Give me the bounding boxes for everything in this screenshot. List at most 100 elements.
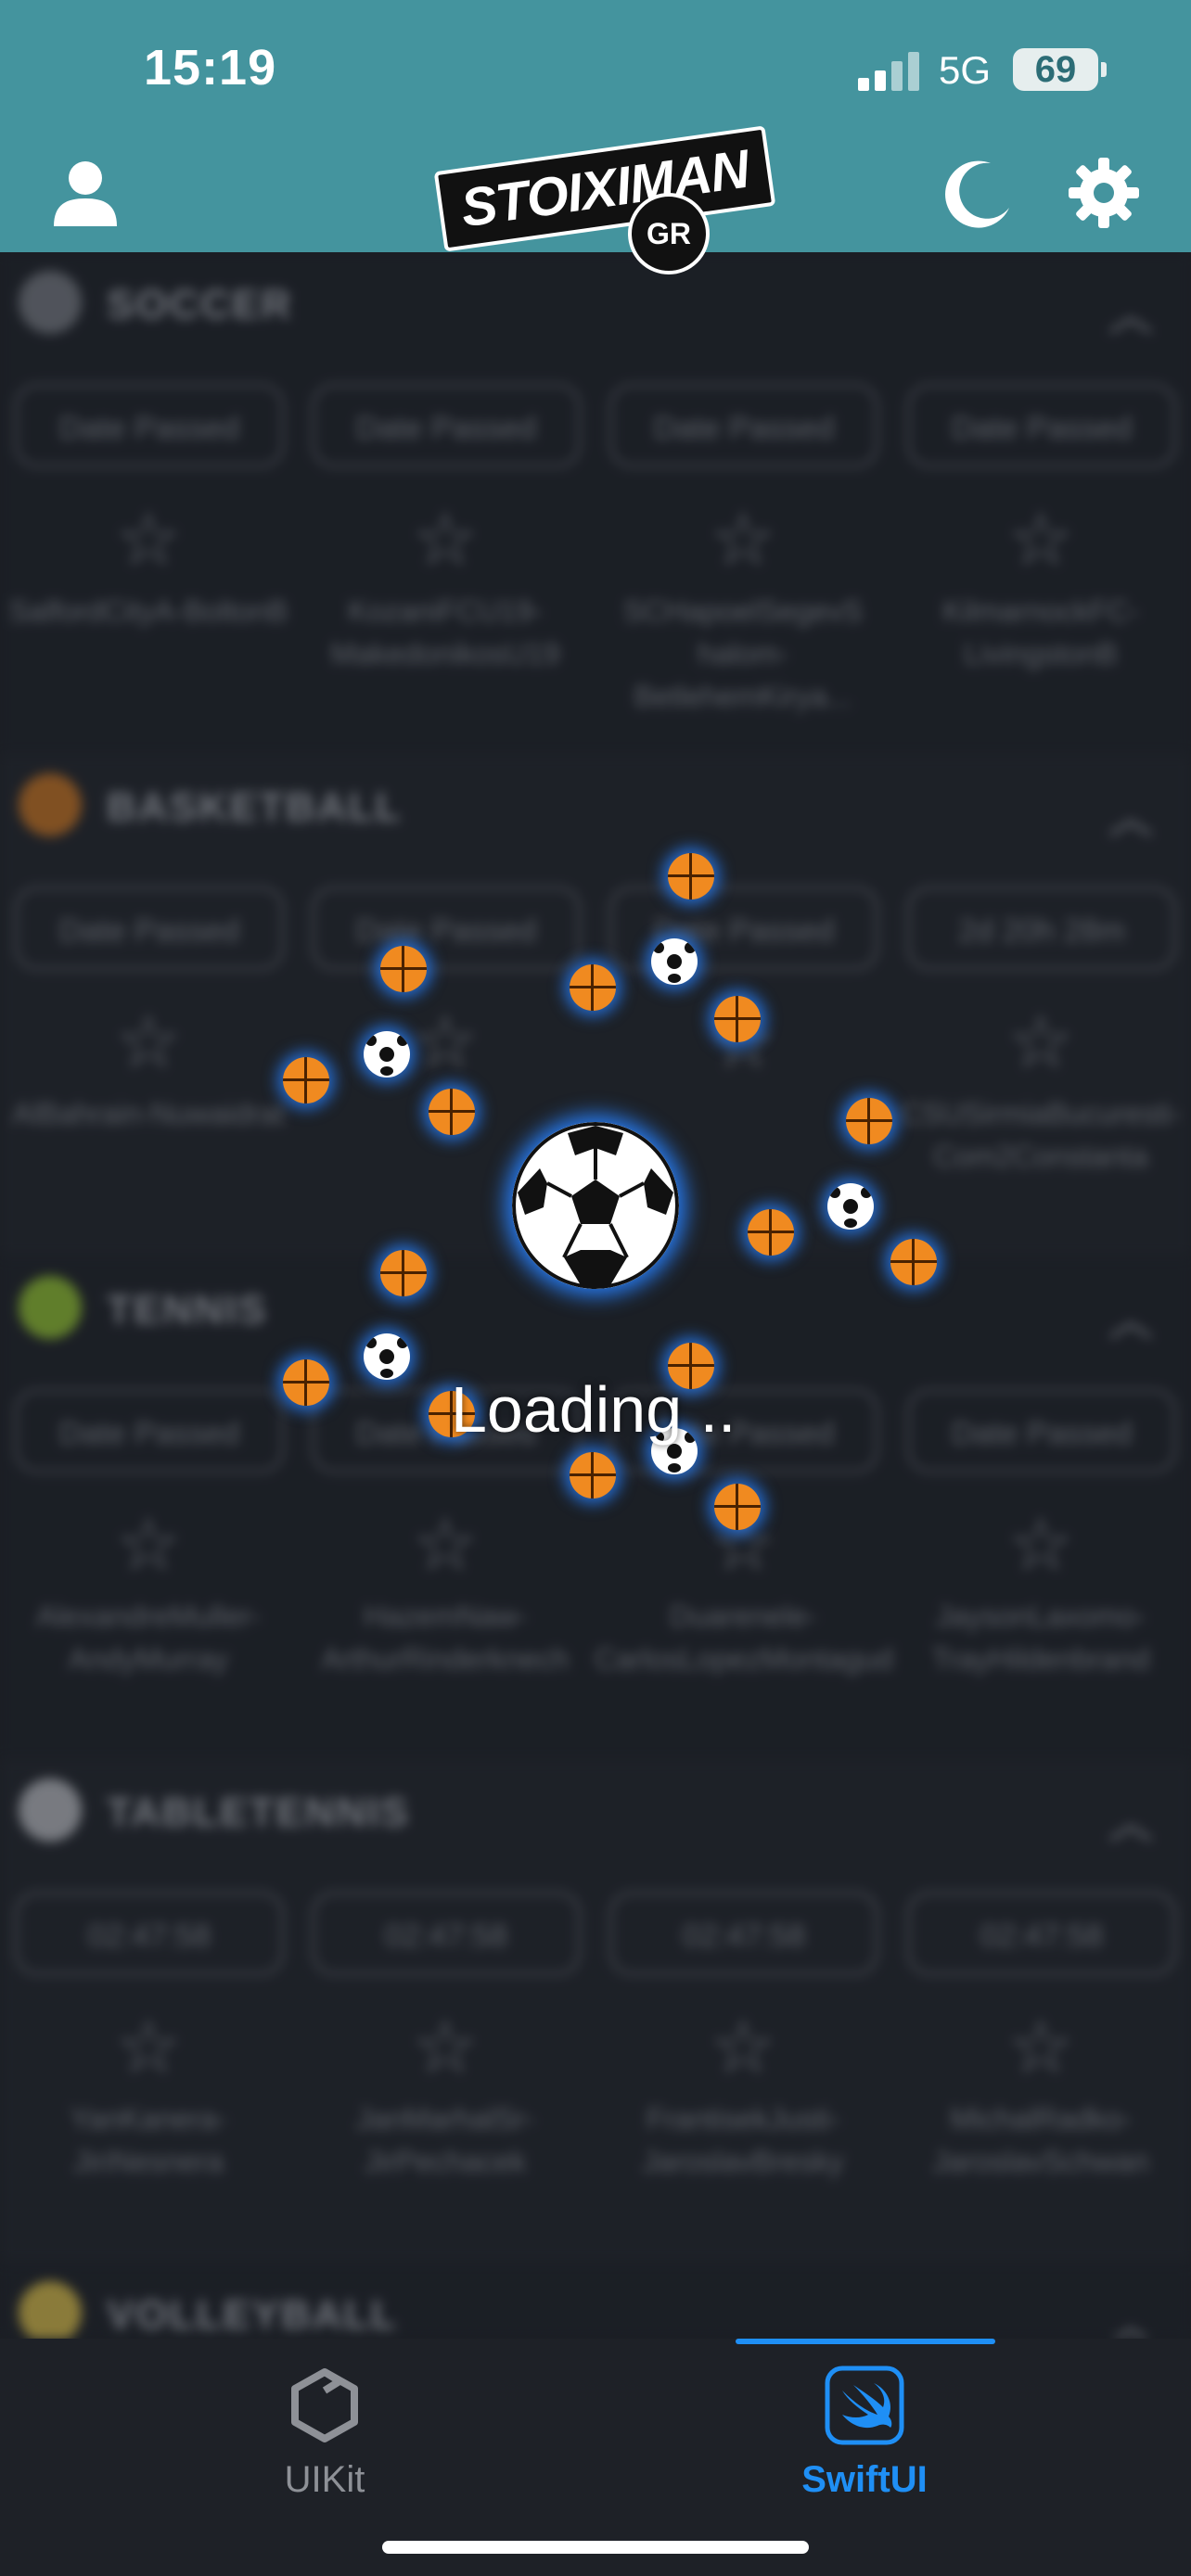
countdown-chip: Date Passed bbox=[609, 1389, 878, 1473]
event-card[interactable]: ☆ Duarenele-CarlosLopezMontagud bbox=[595, 1508, 893, 1680]
star-icon[interactable]: ☆ bbox=[0, 1508, 297, 1582]
event-name: JaysonLaxomo-TrayHildenbrand bbox=[931, 1600, 1150, 1676]
star-icon[interactable]: ☆ bbox=[892, 503, 1189, 577]
stoiximan-logo: STOIXIMAN GR bbox=[429, 125, 776, 274]
tennis-ball-icon bbox=[19, 1276, 82, 1339]
logo-region-badge: GR bbox=[628, 193, 710, 274]
soccer-player-icon bbox=[19, 271, 82, 334]
star-icon[interactable]: ☆ bbox=[0, 2010, 297, 2085]
countdown-chip: 02:47:58 bbox=[609, 1892, 878, 1975]
network-type: 5G bbox=[939, 48, 992, 92]
section-title: BASKETBALL bbox=[107, 784, 403, 830]
basketball-icon bbox=[19, 773, 82, 836]
section-title: SOCCER bbox=[107, 282, 293, 327]
event-card[interactable]: ☆ KozaniFCU19-MakedonikosU19 bbox=[297, 503, 594, 675]
cellular-signal-icon bbox=[858, 52, 923, 91]
event-card[interactable]: ☆ bbox=[297, 1005, 594, 1092]
event-card[interactable]: ☆ AlBahrain-Nuwaidrat bbox=[0, 1005, 297, 1135]
event-card[interactable]: ☆ FrantisekJusti-JaroslavBresky bbox=[595, 2010, 891, 2183]
star-icon[interactable]: ☆ bbox=[892, 2010, 1189, 2085]
countdown-chip: 02:47:58 bbox=[312, 1892, 581, 1975]
section-volleyball: VOLLEYBALL ︿ bbox=[0, 2263, 1191, 2339]
battery-level: 69 bbox=[1034, 49, 1077, 90]
gear-icon[interactable] bbox=[1067, 156, 1141, 230]
event-card[interactable]: ☆ bbox=[595, 1005, 891, 1092]
event-card[interactable]: ☆ SalfordCityA-BoltonB bbox=[0, 503, 297, 632]
event-name: JanMarhalSr-JirPechacek bbox=[355, 2102, 535, 2178]
chevron-up-icon[interactable]: ︿ bbox=[1108, 2289, 1153, 2339]
event-name: KilmarnockFC-LivingstonB bbox=[942, 594, 1139, 670]
event-name: KozaniFCU19-MakedonikosU19 bbox=[330, 594, 560, 670]
event-card[interactable]: ☆ KilmarnockFC-LivingstonB bbox=[892, 503, 1189, 675]
logo-wordmark: STOIXIMAN bbox=[433, 125, 776, 252]
event-name: HazemNaw-ArthurRinderknech bbox=[321, 1600, 570, 1676]
star-icon[interactable]: ☆ bbox=[0, 503, 297, 577]
event-card[interactable]: ☆ YanKanera-JiriNesnera bbox=[0, 2010, 297, 2183]
section-title: VOLLEYBALL bbox=[107, 2292, 398, 2338]
event-name: FrantisekJusti-JaroslavBresky bbox=[642, 2102, 844, 2178]
countdown-chip: Date Passed bbox=[15, 1389, 284, 1473]
moon-icon[interactable] bbox=[937, 154, 1017, 234]
chevron-up-icon[interactable]: ︿ bbox=[1108, 781, 1153, 846]
header-bar: 15:19 5G 69 STOIXIMAN GR bbox=[0, 0, 1191, 274]
star-icon[interactable]: ☆ bbox=[595, 1508, 891, 1582]
countdown-chip: 02:47:58 bbox=[907, 1892, 1176, 1975]
tab-label: UIKit bbox=[284, 2459, 365, 2500]
star-icon[interactable]: ☆ bbox=[595, 503, 891, 577]
section-soccer: SOCCER ︿ Date Passed Date Passed Date Pa… bbox=[0, 252, 1191, 753]
section-title: TENNIS bbox=[107, 1287, 268, 1333]
swift-icon bbox=[825, 2366, 904, 2445]
event-card[interactable]: ☆ JaysonLaxomo-TrayHildenbrand bbox=[892, 1508, 1189, 1680]
star-icon[interactable]: ☆ bbox=[892, 1508, 1189, 1582]
battery-icon: 69 bbox=[1013, 48, 1107, 91]
uikit-cube-icon bbox=[291, 2368, 358, 2442]
event-card[interactable]: ☆ SCHapoelSegevS halom-BetlehemKirya... bbox=[595, 503, 891, 718]
tab-swiftui[interactable]: SwiftUI bbox=[568, 2339, 1161, 2524]
star-icon[interactable]: ☆ bbox=[297, 1005, 594, 1079]
star-icon[interactable]: ☆ bbox=[297, 503, 594, 577]
section-basketball: BASKETBALL ︿ Date Passed Date Passed Dat… bbox=[0, 755, 1191, 1256]
countdown-chip: Date Passed bbox=[609, 886, 878, 970]
tab-uikit[interactable]: UIKit bbox=[28, 2339, 621, 2524]
countdown-chip: Date Passed bbox=[312, 1389, 581, 1473]
sports-list: SOCCER ︿ Date Passed Date Passed Date Pa… bbox=[0, 252, 1191, 2339]
countdown-chip: Date Passed bbox=[15, 886, 284, 970]
event-card[interactable]: ☆ MichalRadko-JaroslavSchwan bbox=[892, 2010, 1189, 2183]
countdown-chip: Date Passed bbox=[312, 384, 581, 467]
countdown-chip: Date Passed bbox=[907, 384, 1176, 467]
event-name: AlexandreMuller-AndyMurray bbox=[36, 1600, 261, 1676]
event-card[interactable]: ☆ AlexandreMuller-AndyMurray bbox=[0, 1508, 297, 1680]
chevron-up-icon[interactable]: ︿ bbox=[1108, 278, 1153, 343]
chevron-up-icon[interactable]: ︿ bbox=[1108, 1786, 1153, 1851]
section-tabletennis: TABLETENNIS ︿ 02:47:58 02:47:58 02:47:58… bbox=[0, 1760, 1191, 2261]
event-name: AlBahrain-Nuwaidrat bbox=[12, 1097, 285, 1130]
event-card[interactable]: ☆ HazemNaw-ArthurRinderknech bbox=[297, 1508, 594, 1680]
user-icon[interactable] bbox=[48, 156, 122, 230]
countdown-chip: Date Passed bbox=[312, 886, 581, 970]
event-name: Duarenele-CarlosLopezMontagud bbox=[595, 1600, 893, 1676]
star-icon[interactable]: ☆ bbox=[595, 1005, 891, 1079]
home-indicator bbox=[382, 2541, 809, 2554]
table-tennis-icon bbox=[19, 1779, 82, 1842]
app-screen: 15:19 5G 69 STOIXIMAN GR SOCCER ︿ Date P… bbox=[0, 0, 1191, 2576]
event-card[interactable]: ☆ JanMarhalSr-JirPechacek bbox=[297, 2010, 594, 2183]
event-name: YanKanera-JiriNesnera bbox=[70, 2102, 227, 2178]
event-name: SCHapoelSegevS halom-BetlehemKirya... bbox=[623, 594, 863, 713]
countdown-chip: 2d 20h 28m bbox=[907, 886, 1176, 970]
volleyball-icon bbox=[19, 2281, 82, 2339]
star-icon[interactable]: ☆ bbox=[297, 1508, 594, 1582]
status-time: 15:19 bbox=[144, 40, 277, 96]
countdown-chip: Date Passed bbox=[15, 384, 284, 467]
star-icon[interactable]: ☆ bbox=[0, 1005, 297, 1079]
countdown-chip: Date Passed bbox=[907, 1389, 1176, 1473]
star-icon[interactable]: ☆ bbox=[297, 2010, 594, 2085]
countdown-chip: 02:47:58 bbox=[15, 1892, 284, 1975]
event-name: CSUSirmiaBucuresti-Com2Constanta bbox=[900, 1097, 1182, 1173]
star-icon[interactable]: ☆ bbox=[892, 1005, 1189, 1079]
chevron-up-icon[interactable]: ︿ bbox=[1108, 1283, 1153, 1348]
section-title: TABLETENNIS bbox=[107, 1790, 410, 1835]
event-card[interactable]: ☆ CSUSirmiaBucuresti-Com2Constanta bbox=[892, 1005, 1189, 1178]
star-icon[interactable]: ☆ bbox=[595, 2010, 891, 2085]
event-name: MichalRadko-JaroslavSchwan bbox=[932, 2102, 1149, 2178]
section-tennis: TENNIS ︿ Date Passed Date Passed Date Pa… bbox=[0, 1257, 1191, 1758]
